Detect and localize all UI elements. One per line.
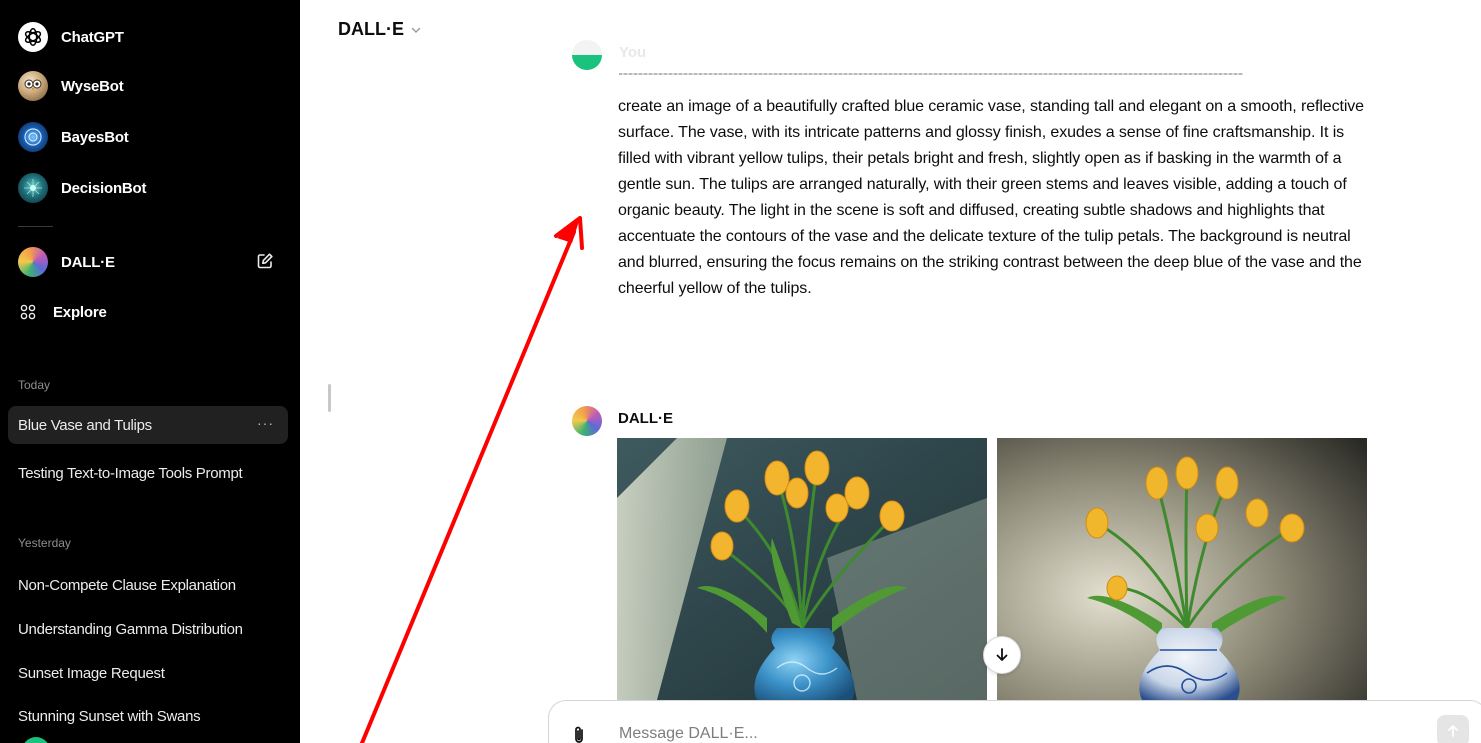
chat-item[interactable]: Testing Text-to-Image Tools Prompt (8, 454, 288, 492)
model-selector-label: DALL·E (338, 19, 404, 39)
section-label-yesterday: Yesterday (18, 536, 71, 550)
user-message: create an image of a beautifully crafted… (618, 98, 1364, 297)
chat-item-title: Stunning Sunset with Swans (18, 707, 201, 725)
new-chat-edit-icon[interactable] (256, 252, 274, 270)
user-avatar (572, 40, 602, 70)
chat-item-title: Non-Compete Clause Explanation (18, 576, 236, 594)
chat-item-title: Sunset Image Request (18, 664, 165, 682)
gpt-item-dalle[interactable]: DALL·E (8, 240, 288, 284)
bayesbot-avatar-icon (18, 122, 48, 152)
gpt-item-label: Explore (53, 303, 107, 321)
chat-item-title: Blue Vase and Tulips (18, 416, 152, 434)
send-button[interactable] (1437, 715, 1469, 743)
owl-avatar-icon (18, 71, 48, 101)
sidebar: ChatGPT WyseBot BayesBot DecisionBot DAL… (0, 0, 300, 743)
gpt-item-bayesbot[interactable]: BayesBot (8, 115, 288, 159)
scroll-down-button[interactable] (983, 636, 1021, 674)
gpt-item-wysebot[interactable]: WyseBot (8, 64, 288, 108)
user-profile-avatar[interactable] (22, 737, 50, 743)
paperclip-icon[interactable] (571, 725, 587, 743)
chat-item[interactable]: Non-Compete Clause Explanation (8, 566, 288, 604)
grid-icon (20, 304, 36, 320)
chat-item-title: Testing Text-to-Image Tools Prompt (18, 464, 243, 482)
gpt-item-decisionbot[interactable]: DecisionBot (8, 166, 288, 210)
bot-name: DALL·E (618, 410, 673, 427)
arrow-down-icon (996, 648, 1008, 661)
gpt-item-label: WyseBot (61, 77, 124, 95)
dalle-avatar-icon (18, 247, 48, 277)
chat-item-title: Understanding Gamma Distribution (18, 620, 243, 638)
sidebar-resize-handle[interactable] (328, 384, 331, 412)
message-input[interactable] (619, 721, 1399, 743)
gpt-item-chatgpt[interactable]: ChatGPT (8, 15, 288, 59)
user-name: You (619, 44, 647, 61)
more-options-icon[interactable]: ··· (257, 415, 274, 431)
model-selector[interactable]: DALL·E (338, 19, 422, 40)
sidebar-divider (18, 226, 53, 227)
arrow-up-icon (1448, 725, 1458, 737)
redacted-line (619, 73, 1243, 75)
gpt-item-label: DALL·E (61, 253, 115, 271)
dalle-avatar-icon (572, 406, 602, 436)
chat-item[interactable]: Stunning Sunset with Swans (8, 697, 288, 735)
message-composer (548, 700, 1481, 743)
decisionbot-avatar-icon (18, 173, 48, 203)
gpt-item-explore[interactable]: Explore (8, 290, 288, 334)
chat-item[interactable]: Sunset Image Request (8, 654, 288, 692)
gpt-item-label: BayesBot (61, 128, 129, 146)
gpt-item-label: ChatGPT (61, 28, 124, 46)
generated-image[interactable] (997, 438, 1367, 700)
openai-logo-icon (18, 22, 48, 52)
generated-image[interactable] (617, 438, 987, 700)
section-label-today: Today (18, 378, 51, 392)
chat-item[interactable]: Understanding Gamma Distribution (8, 610, 288, 648)
gpt-item-label: DecisionBot (61, 179, 147, 197)
chevron-down-icon (411, 27, 421, 33)
chat-item[interactable]: Blue Vase and Tulips ··· (8, 406, 288, 444)
